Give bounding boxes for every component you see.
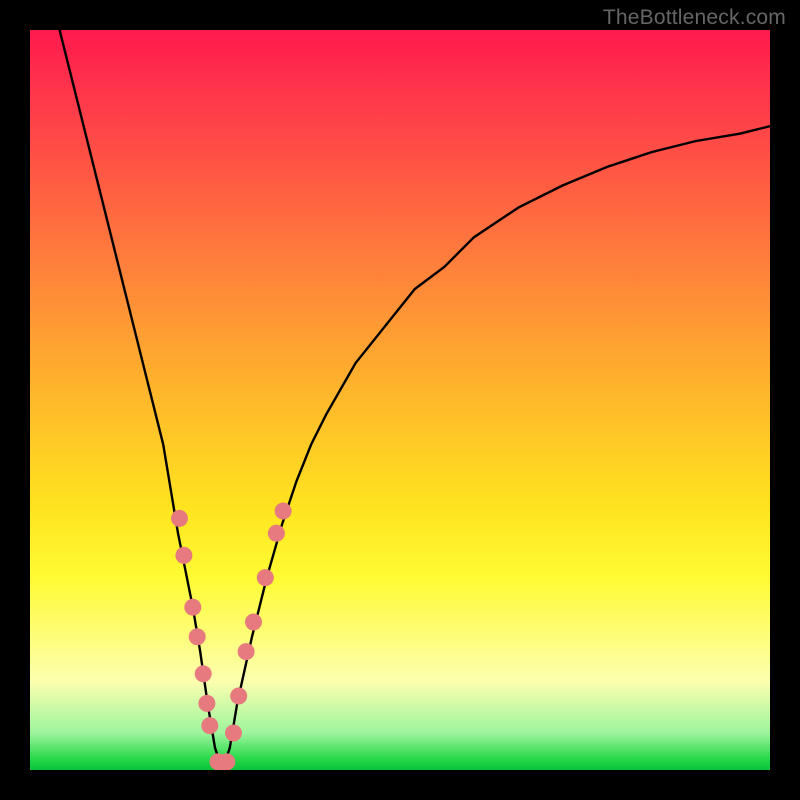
data-point	[225, 725, 242, 742]
chart-frame: TheBottleneck.com	[0, 0, 800, 800]
data-point	[198, 695, 215, 712]
plot-svg	[30, 30, 770, 770]
data-point	[268, 525, 285, 542]
data-point	[189, 628, 206, 645]
data-point	[184, 599, 201, 616]
data-point	[257, 569, 274, 586]
data-point	[218, 753, 235, 770]
data-point	[238, 643, 255, 660]
bottleneck-curve	[60, 30, 770, 770]
data-point	[175, 547, 192, 564]
data-point	[275, 503, 292, 520]
data-point	[195, 665, 212, 682]
data-point	[171, 510, 188, 527]
watermark-text: TheBottleneck.com	[603, 6, 786, 30]
plot-area	[30, 30, 770, 770]
data-point	[230, 688, 247, 705]
data-point	[201, 717, 218, 734]
data-point	[245, 614, 262, 631]
